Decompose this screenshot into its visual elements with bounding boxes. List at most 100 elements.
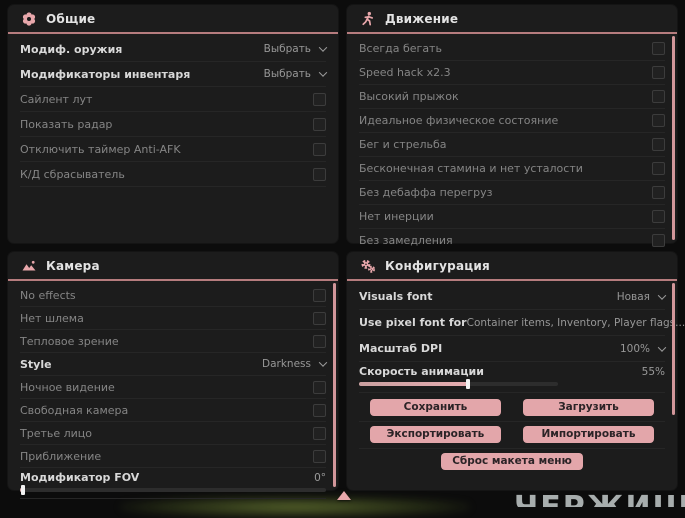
row-label: Отключить таймер Anti-AFK	[20, 142, 181, 156]
chevron-down-icon	[318, 68, 328, 77]
checkbox[interactable]	[652, 114, 665, 127]
row-label: Показать радар	[20, 117, 113, 131]
row-label: К/Д сбрасыватель	[20, 167, 125, 181]
row-slider: Модификатор FOV 0°	[20, 468, 326, 499]
row-label: No effects	[20, 288, 76, 302]
checkbox[interactable]	[652, 66, 665, 79]
game-light-glow	[120, 496, 470, 518]
load-button[interactable]: Загрузить	[523, 399, 654, 416]
panel-header: Камера	[8, 252, 338, 281]
checkbox[interactable]	[313, 117, 326, 131]
checkbox[interactable]	[652, 138, 665, 151]
row-label: Скорость анимации	[359, 365, 484, 378]
slider-handle[interactable]	[21, 485, 26, 495]
scrollbar[interactable]	[672, 283, 675, 415]
checkbox[interactable]	[313, 288, 326, 302]
dropdown[interactable]: Container items, Inventory, Player flags…	[467, 317, 685, 329]
row-label: Модификаторы инвентаря	[20, 67, 191, 81]
save-button[interactable]: Сохранить	[370, 399, 501, 416]
checkbox[interactable]	[313, 167, 326, 181]
dropdown[interactable]: Выбрать	[264, 68, 328, 80]
button-row: Экспортировать Импортировать	[359, 422, 665, 449]
scrollbar[interactable]	[333, 283, 336, 487]
checkbox[interactable]	[313, 334, 326, 348]
row-checkbox: Третье лицо	[20, 422, 326, 445]
row-dropdown: Use pixel font for Container items, Inven…	[359, 310, 685, 336]
dropdown[interactable]: Новая	[617, 291, 667, 303]
row-dropdown: Visuals font Новая	[359, 284, 667, 310]
checkbox[interactable]	[652, 186, 665, 199]
image-icon	[21, 258, 37, 274]
slider-fill	[359, 382, 469, 386]
runner-icon	[360, 11, 376, 27]
row-checkbox: No effects	[20, 284, 326, 307]
dropdown[interactable]: Выбрать	[264, 43, 328, 55]
checkbox[interactable]	[652, 162, 665, 175]
row-checkbox: Speed hack x2.3	[359, 61, 665, 85]
panel-header: Конфигурация	[347, 252, 677, 281]
checkbox[interactable]	[313, 426, 326, 440]
row-label: Visuals font	[359, 290, 433, 303]
checkbox[interactable]	[313, 449, 326, 463]
dropdown-value: Darkness	[262, 358, 311, 370]
row-label: Use pixel font for	[359, 316, 467, 329]
checkbox[interactable]	[313, 380, 326, 394]
row-label: Сайлент лут	[20, 92, 93, 106]
dropdown[interactable]: Darkness	[262, 358, 328, 370]
row-label: Идеальное физическое состояние	[359, 114, 559, 127]
row-checkbox: Тепловое зрение	[20, 330, 326, 353]
checkbox[interactable]	[313, 403, 326, 417]
panel-title: Конфигурация	[385, 258, 490, 273]
panel-camera: Камера No effects Нет шлема Тепловое зрени…	[8, 252, 338, 499]
background-game-text: ЧЕРЖИЩЕ	[514, 491, 685, 507]
gears-icon	[360, 258, 376, 274]
panel-header: Движение	[347, 5, 677, 34]
row-label: Приближение	[20, 449, 102, 463]
checkbox[interactable]	[313, 142, 326, 156]
slider[interactable]	[359, 379, 558, 389]
row-checkbox: Бег и стрельба	[359, 133, 665, 157]
panel-general: Общие Модиф. оружия Выбрать Модификаторы и…	[8, 5, 338, 243]
export-button[interactable]: Экспортировать	[370, 426, 501, 443]
row-checkbox: Бесконечная стамина и нет усталости	[359, 157, 665, 181]
panel-header: Общие	[8, 5, 338, 34]
row-slider: Скорость анимации 55%	[359, 362, 665, 393]
checkbox[interactable]	[313, 92, 326, 106]
row-label: Speed hack x2.3	[359, 66, 451, 79]
dropdown[interactable]: 100%	[620, 343, 667, 355]
row-label: Бег и стрельба	[359, 138, 447, 151]
checkbox[interactable]	[652, 42, 665, 55]
scrollbar[interactable]	[672, 36, 675, 240]
slider-handle[interactable]	[466, 379, 471, 389]
slider-value: 55%	[641, 365, 665, 378]
row-checkbox: Ночное видение	[20, 376, 326, 399]
flower-icon	[21, 11, 37, 27]
row-checkbox: Показать радар	[20, 112, 326, 137]
row-label: Без замедления	[359, 234, 453, 247]
pink-cursor-icon	[337, 491, 351, 500]
button-row: Сброс макета меню	[359, 449, 665, 475]
checkbox[interactable]	[313, 311, 326, 325]
row-checkbox: Идеальное физическое состояние	[359, 109, 665, 133]
chevron-down-icon	[318, 43, 328, 52]
checkbox[interactable]	[652, 210, 665, 223]
import-button[interactable]: Импортировать	[523, 426, 654, 443]
row-label: Свободная камера	[20, 403, 129, 417]
row-label: Третье лицо	[20, 426, 93, 440]
panel-config: Конфигурация Visuals font Новая Use pixel …	[347, 252, 685, 490]
panel-title: Камера	[46, 258, 100, 273]
row-label: Модиф. оружия	[20, 42, 123, 56]
row-label: Style	[20, 357, 52, 371]
row-dropdown: Модификаторы инвентаря Выбрать	[20, 62, 328, 87]
reset-menu-layout-button[interactable]: Сброс макета меню	[441, 453, 583, 470]
panel-title: Общие	[46, 11, 96, 26]
row-dropdown: Style Darkness	[20, 353, 328, 376]
checkbox[interactable]	[652, 234, 665, 247]
checkbox[interactable]	[652, 90, 665, 103]
row-checkbox: Высокий прыжок	[359, 85, 665, 109]
row-label: Модификатор FOV	[20, 471, 140, 484]
row-checkbox: Без замедления	[359, 229, 665, 253]
slider[interactable]	[20, 485, 326, 495]
row-label: Тепловое зрение	[20, 334, 119, 348]
row-checkbox: Приближение	[20, 445, 326, 468]
